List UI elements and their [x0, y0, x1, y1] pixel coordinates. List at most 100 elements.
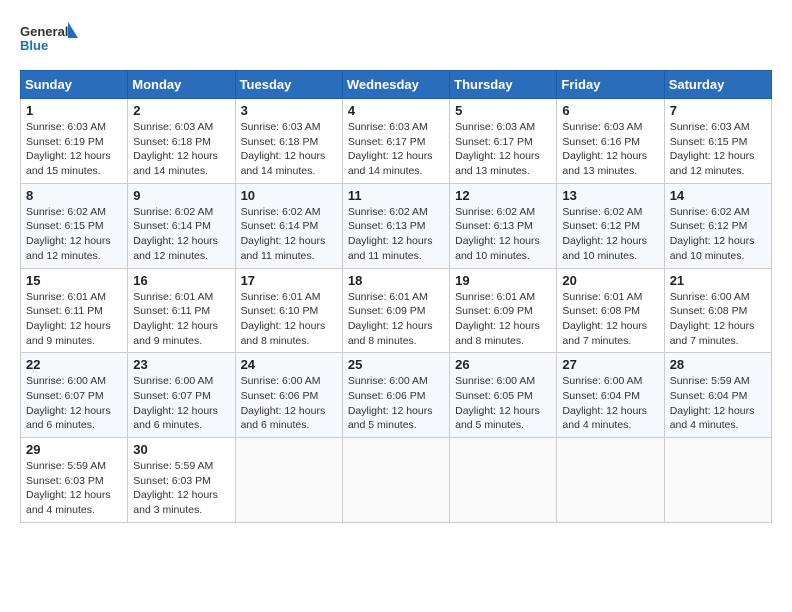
- calendar-week-3: 15 Sunrise: 6:01 AMSunset: 6:11 PMDayligh…: [21, 268, 772, 353]
- weekday-header-wednesday: Wednesday: [342, 71, 449, 99]
- calendar-cell: 23 Sunrise: 6:00 AMSunset: 6:07 PMDayligh…: [128, 353, 235, 438]
- day-number: 1: [26, 103, 122, 118]
- day-number: 10: [241, 188, 337, 203]
- svg-text:General: General: [20, 24, 68, 39]
- day-number: 15: [26, 273, 122, 288]
- calendar-cell: 24 Sunrise: 6:00 AMSunset: 6:06 PMDayligh…: [235, 353, 342, 438]
- day-info: Sunrise: 6:00 AMSunset: 6:08 PMDaylight:…: [670, 290, 766, 349]
- day-number: 8: [26, 188, 122, 203]
- weekday-header-friday: Friday: [557, 71, 664, 99]
- calendar-cell: 14Sunrise: 6:02 AMSunset: 6:12 PMDayligh…: [664, 183, 771, 268]
- day-number: 6: [562, 103, 658, 118]
- calendar-cell: 30Sunrise: 5:59 AMSunset: 6:03 PMDayligh…: [128, 438, 235, 523]
- day-number: 5: [455, 103, 551, 118]
- calendar-table: SundayMondayTuesdayWednesdayThursdayFrid…: [20, 70, 772, 523]
- calendar-cell: 3 Sunrise: 6:03 AMSunset: 6:18 PMDaylight…: [235, 99, 342, 184]
- day-info: Sunrise: 6:01 AMSunset: 6:10 PMDaylight:…: [241, 290, 337, 349]
- day-info: Sunrise: 6:03 AMSunset: 6:15 PMDaylight:…: [670, 120, 766, 179]
- day-info: Sunrise: 6:00 AMSunset: 6:06 PMDaylight:…: [241, 374, 337, 433]
- calendar-cell: 6 Sunrise: 6:03 AMSunset: 6:16 PMDaylight…: [557, 99, 664, 184]
- calendar-cell: [557, 438, 664, 523]
- day-number: 26: [455, 357, 551, 372]
- calendar-cell: 29 Sunrise: 5:59 AMSunset: 6:03 PMDayligh…: [21, 438, 128, 523]
- calendar-cell: 18 Sunrise: 6:01 AMSunset: 6:09 PMDayligh…: [342, 268, 449, 353]
- day-number: 18: [348, 273, 444, 288]
- weekday-header-saturday: Saturday: [664, 71, 771, 99]
- day-info: Sunrise: 6:00 AMSunset: 6:07 PMDaylight:…: [26, 374, 122, 433]
- calendar-cell: 9Sunrise: 6:02 AMSunset: 6:14 PMDaylight…: [128, 183, 235, 268]
- calendar-cell: [664, 438, 771, 523]
- day-info: Sunrise: 6:02 AMSunset: 6:14 PMDaylight:…: [241, 205, 337, 264]
- day-number: 20: [562, 273, 658, 288]
- day-info: Sunrise: 6:00 AMSunset: 6:05 PMDaylight:…: [455, 374, 551, 433]
- day-info: Sunrise: 6:01 AMSunset: 6:11 PMDaylight:…: [26, 290, 122, 349]
- day-number: 12: [455, 188, 551, 203]
- day-info: Sunrise: 6:03 AMSunset: 6:18 PMDaylight:…: [133, 120, 229, 179]
- day-number: 7: [670, 103, 766, 118]
- day-info: Sunrise: 6:01 AMSunset: 6:09 PMDaylight:…: [455, 290, 551, 349]
- day-info: Sunrise: 6:03 AMSunset: 6:18 PMDaylight:…: [241, 120, 337, 179]
- calendar-cell: 10 Sunrise: 6:02 AMSunset: 6:14 PMDayligh…: [235, 183, 342, 268]
- calendar-cell: 15 Sunrise: 6:01 AMSunset: 6:11 PMDayligh…: [21, 268, 128, 353]
- day-number: 17: [241, 273, 337, 288]
- calendar-week-2: 8 Sunrise: 6:02 AMSunset: 6:15 PMDaylight…: [21, 183, 772, 268]
- calendar-header-row: SundayMondayTuesdayWednesdayThursdayFrid…: [21, 71, 772, 99]
- day-number: 22: [26, 357, 122, 372]
- calendar-cell: 13 Sunrise: 6:02 AMSunset: 6:12 PMDayligh…: [557, 183, 664, 268]
- calendar-cell: 2 Sunrise: 6:03 AMSunset: 6:18 PMDaylight…: [128, 99, 235, 184]
- day-info: Sunrise: 6:03 AMSunset: 6:17 PMDaylight:…: [348, 120, 444, 179]
- day-info: Sunrise: 6:01 AMSunset: 6:08 PMDaylight:…: [562, 290, 658, 349]
- calendar-cell: 27 Sunrise: 6:00 AMSunset: 6:04 PMDayligh…: [557, 353, 664, 438]
- calendar-cell: 20 Sunrise: 6:01 AMSunset: 6:08 PMDayligh…: [557, 268, 664, 353]
- weekday-header-monday: Monday: [128, 71, 235, 99]
- page-header: General Blue: [20, 20, 772, 60]
- weekday-header-sunday: Sunday: [21, 71, 128, 99]
- weekday-header-thursday: Thursday: [450, 71, 557, 99]
- calendar-cell: 5 Sunrise: 6:03 AMSunset: 6:17 PMDaylight…: [450, 99, 557, 184]
- calendar-week-4: 22 Sunrise: 6:00 AMSunset: 6:07 PMDayligh…: [21, 353, 772, 438]
- calendar-cell: 21 Sunrise: 6:00 AMSunset: 6:08 PMDayligh…: [664, 268, 771, 353]
- day-info: Sunrise: 6:03 AMSunset: 6:19 PMDaylight:…: [26, 120, 122, 179]
- day-info: Sunrise: 6:02 AMSunset: 6:15 PMDaylight:…: [26, 205, 122, 264]
- day-info: Sunrise: 6:00 AMSunset: 6:04 PMDaylight:…: [562, 374, 658, 433]
- day-number: 13: [562, 188, 658, 203]
- day-info: Sunrise: 6:03 AMSunset: 6:17 PMDaylight:…: [455, 120, 551, 179]
- calendar-cell: 1 Sunrise: 6:03 AMSunset: 6:19 PMDaylight…: [21, 99, 128, 184]
- calendar-cell: 19 Sunrise: 6:01 AMSunset: 6:09 PMDayligh…: [450, 268, 557, 353]
- day-number: 3: [241, 103, 337, 118]
- day-number: 27: [562, 357, 658, 372]
- day-info: Sunrise: 6:01 AMSunset: 6:11 PMDaylight:…: [133, 290, 229, 349]
- calendar-cell: [450, 438, 557, 523]
- day-number: 29: [26, 442, 122, 457]
- calendar-cell: 25 Sunrise: 6:00 AMSunset: 6:06 PMDayligh…: [342, 353, 449, 438]
- day-number: 11: [348, 188, 444, 203]
- day-number: 23: [133, 357, 229, 372]
- logo-icon: General Blue: [20, 20, 80, 60]
- calendar-cell: 17 Sunrise: 6:01 AMSunset: 6:10 PMDayligh…: [235, 268, 342, 353]
- day-info: Sunrise: 6:03 AMSunset: 6:16 PMDaylight:…: [562, 120, 658, 179]
- day-number: 25: [348, 357, 444, 372]
- calendar-week-5: 29 Sunrise: 5:59 AMSunset: 6:03 PMDayligh…: [21, 438, 772, 523]
- day-info: Sunrise: 6:00 AMSunset: 6:06 PMDaylight:…: [348, 374, 444, 433]
- calendar-cell: 22 Sunrise: 6:00 AMSunset: 6:07 PMDayligh…: [21, 353, 128, 438]
- day-number: 16: [133, 273, 229, 288]
- day-number: 9: [133, 188, 229, 203]
- svg-text:Blue: Blue: [20, 38, 48, 53]
- calendar-cell: [342, 438, 449, 523]
- day-number: 2: [133, 103, 229, 118]
- day-number: 21: [670, 273, 766, 288]
- day-info: Sunrise: 6:00 AMSunset: 6:07 PMDaylight:…: [133, 374, 229, 433]
- calendar-cell: 7 Sunrise: 6:03 AMSunset: 6:15 PMDaylight…: [664, 99, 771, 184]
- day-number: 24: [241, 357, 337, 372]
- calendar-cell: 4Sunrise: 6:03 AMSunset: 6:17 PMDaylight…: [342, 99, 449, 184]
- day-info: Sunrise: 6:02 AMSunset: 6:13 PMDaylight:…: [455, 205, 551, 264]
- calendar-week-1: 1 Sunrise: 6:03 AMSunset: 6:19 PMDaylight…: [21, 99, 772, 184]
- day-number: 14: [670, 188, 766, 203]
- day-number: 19: [455, 273, 551, 288]
- calendar-cell: 16 Sunrise: 6:01 AMSunset: 6:11 PMDayligh…: [128, 268, 235, 353]
- day-info: Sunrise: 5:59 AMSunset: 6:03 PMDaylight:…: [26, 459, 122, 518]
- day-info: Sunrise: 6:02 AMSunset: 6:12 PMDaylight:…: [562, 205, 658, 264]
- weekday-header-tuesday: Tuesday: [235, 71, 342, 99]
- day-info: Sunrise: 6:01 AMSunset: 6:09 PMDaylight:…: [348, 290, 444, 349]
- calendar-cell: 28Sunrise: 5:59 AMSunset: 6:04 PMDayligh…: [664, 353, 771, 438]
